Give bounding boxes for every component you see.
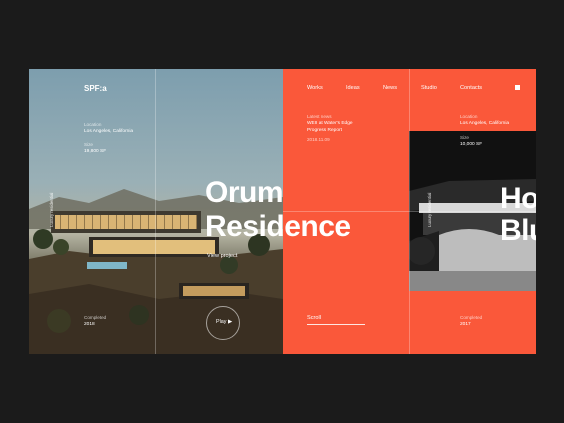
location-label: Location [84, 122, 102, 127]
scroll-link[interactable]: Scroll [307, 315, 321, 321]
news-label: Latest news [307, 114, 332, 119]
next-size-label: Size [460, 135, 469, 140]
menu-square-icon[interactable] [515, 85, 520, 90]
grid-line [155, 69, 156, 354]
next-size-value: 10,000 SF [460, 142, 483, 147]
hero-frame: SPF:a Works Ideas News Studio Contacts L… [29, 69, 536, 354]
next-completed-value: 2017 [460, 322, 471, 327]
news-headline-line2[interactable]: Progress Report [307, 128, 342, 133]
nav-news[interactable]: News [383, 85, 397, 91]
hero-title-line2[interactable]: Residence [205, 211, 351, 243]
hero-title-line1[interactable]: Orum [205, 177, 284, 209]
next-location-label: Location [460, 114, 478, 119]
scroll-underline [307, 324, 365, 325]
brand-logo[interactable]: SPF:a [84, 84, 107, 93]
next-title-line2[interactable]: Blu [500, 215, 536, 247]
nav-ideas[interactable]: Ideas [346, 85, 360, 91]
nav-contacts[interactable]: Contacts [460, 85, 482, 91]
play-label[interactable]: Play ▶ [216, 319, 232, 325]
news-date: 2018.11.09 [307, 137, 330, 142]
completed-label: Completed [84, 315, 107, 320]
size-value: 19,800 SF [84, 149, 107, 154]
next-title-line1[interactable]: Ho [500, 183, 536, 215]
location-value: Los Angeles, California [84, 129, 134, 134]
size-label: Size [84, 142, 93, 147]
next-completed-label: Completed [460, 315, 483, 320]
completed-value: 2018 [84, 322, 95, 327]
view-project-link[interactable]: View project [207, 253, 237, 259]
nav-works[interactable]: Works [307, 85, 323, 91]
nav-studio[interactable]: Studio [421, 85, 437, 91]
category-tag: Luxury residential [49, 192, 54, 227]
next-location-value: Los Angeles, California [460, 121, 510, 126]
news-headline-line1[interactable]: WEII at Water's Edge [307, 121, 353, 126]
next-category-tag: Luxury residential [427, 192, 432, 227]
